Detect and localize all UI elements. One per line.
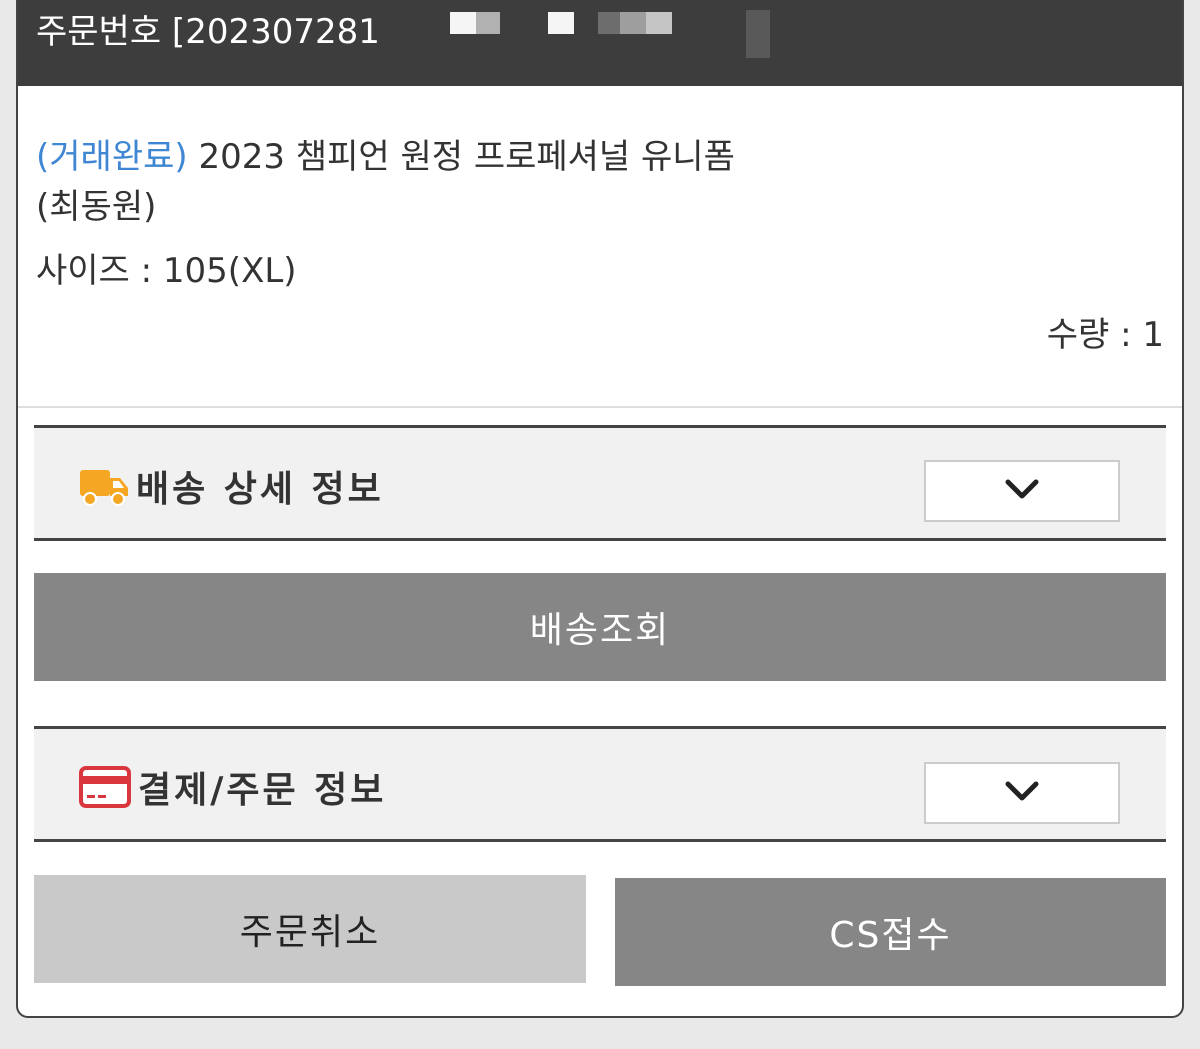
- divider: [18, 406, 1182, 408]
- shipping-toggle-button[interactable]: [924, 460, 1120, 522]
- shipping-section-title: 배송 상세 정보: [136, 469, 384, 510]
- order-card: 주문번호 [202307281 (거래완료) 2023 챔피언 원정 프로페셔널…: [16, 0, 1184, 1018]
- product-title[interactable]: (거래완료) 2023 챔피언 원정 프로페셔널 유니폼(최동원): [36, 132, 736, 232]
- track-delivery-label: 배송조회: [529, 610, 671, 651]
- shipping-info-section[interactable]: 배송 상세 정보: [34, 425, 1166, 541]
- credit-card-icon: [78, 765, 132, 813]
- cs-request-label: CS접수: [829, 915, 952, 956]
- chevron-down-icon: [1004, 477, 1040, 505]
- order-status-label: (거래완료): [36, 137, 188, 177]
- order-header: 주문번호 [202307281: [18, 0, 1182, 86]
- cs-request-button[interactable]: CS접수: [615, 878, 1166, 986]
- order-number-label: 주문번호 [202307281: [36, 12, 380, 52]
- payment-info-section[interactable]: 결제/주문 정보: [34, 726, 1166, 842]
- cancel-order-button[interactable]: 주문취소: [34, 875, 586, 983]
- payment-section-title: 결제/주문 정보: [138, 770, 387, 811]
- truck-icon: [78, 466, 130, 512]
- chevron-down-icon: [1004, 779, 1040, 807]
- product-size: 사이즈 : 105(XL): [36, 251, 297, 291]
- cancel-order-label: 주문취소: [239, 912, 381, 953]
- payment-toggle-button[interactable]: [924, 762, 1120, 824]
- track-delivery-button[interactable]: 배송조회: [34, 573, 1166, 681]
- product-quantity: 수량 : 1: [1046, 315, 1164, 355]
